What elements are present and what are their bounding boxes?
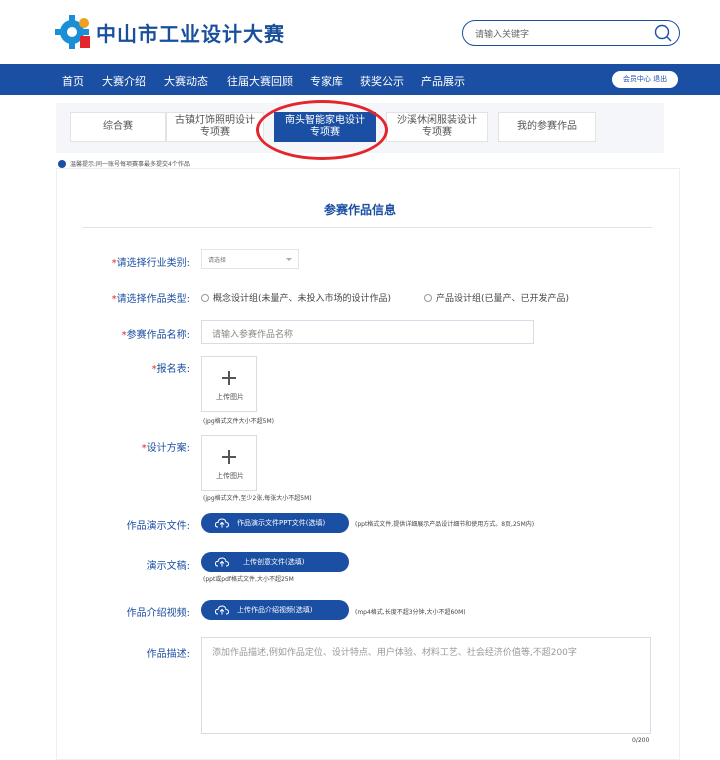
tab-label-line2: 专项赛 bbox=[200, 127, 230, 138]
doc-hint: (ppt或pdf格式文件,大小不超25M bbox=[203, 576, 294, 583]
cloud-upload-icon bbox=[215, 518, 229, 528]
design-label: *设计方案: bbox=[142, 439, 190, 454]
description-label: 作品描述: bbox=[146, 649, 190, 660]
nav-item-intro[interactable]: 大赛介绍 bbox=[102, 73, 146, 89]
nav-item-home[interactable]: 首页 bbox=[62, 73, 84, 89]
radio-concept[interactable]: 概念设计组(未量产、未投入市场的设计作品) bbox=[201, 291, 391, 304]
tab-my-entries[interactable]: 我的参赛作品 bbox=[498, 112, 596, 142]
ppt-upload-button[interactable]: 作品演示文件PPT文件(选填) bbox=[201, 513, 349, 533]
label-text: 报名表: bbox=[156, 364, 190, 375]
name-label: *参赛作品名称: bbox=[122, 326, 190, 341]
doc-label: 演示文稿: bbox=[146, 561, 190, 572]
tab-label-line1: 沙溪休闲服装设计 bbox=[397, 115, 477, 126]
tip-text: 温馨提示:同一账号每项赛事最多提交4个作品 bbox=[70, 161, 190, 168]
label-text: 请选择行业类别: bbox=[116, 258, 190, 269]
label-text: 参赛作品名称: bbox=[126, 330, 190, 341]
radio-label: 产品设计组(已量产、已开发产品) bbox=[436, 294, 570, 304]
site-header: 中山市工业设计大赛 请输入关键字 bbox=[0, 0, 720, 64]
radio-circle-icon bbox=[201, 293, 209, 302]
gear-logo-icon bbox=[55, 15, 90, 49]
member-center-button[interactable]: 会员中心 退出 bbox=[612, 71, 678, 88]
search-icon[interactable] bbox=[653, 23, 673, 43]
button-label: 上传创意文件(选填) bbox=[243, 558, 305, 566]
industry-label: *请选择行业类别: bbox=[112, 254, 190, 269]
video-upload-button[interactable]: 上传作品介绍视频(选填) bbox=[201, 600, 349, 620]
nav-item-awards[interactable]: 获奖公示 bbox=[360, 73, 404, 89]
nav-item-review[interactable]: 往届大赛回顾 bbox=[227, 73, 293, 89]
button-label: 作品演示文件PPT文件(选填) bbox=[237, 519, 326, 527]
tab-comprehensive[interactable]: 综合赛 bbox=[70, 112, 166, 142]
main-nav: 首页 大赛介绍 大赛动态 往届大赛回顾 专家库 获奖公示 产品展示 会员中心 退… bbox=[0, 64, 720, 95]
video-label: 作品介绍视频: bbox=[126, 608, 190, 619]
label-text: 设计方案: bbox=[146, 443, 190, 454]
entry-name-input[interactable]: 请输入参赛作品名称 bbox=[201, 320, 534, 344]
button-label: 上传作品介绍视频(选填) bbox=[237, 606, 313, 614]
tip-notice: 温馨提示:同一账号每项赛事最多提交4个作品 bbox=[58, 159, 190, 168]
label-text: 请选择作品类型: bbox=[116, 294, 190, 305]
upload-label: 上传图片 bbox=[216, 472, 244, 480]
description-textarea[interactable]: 添加作品描述,例如作品定位、设计特点、用户体验、材料工艺、社会经济价值等,不超2… bbox=[201, 637, 651, 734]
registration-upload[interactable]: 上传图片 bbox=[201, 356, 257, 412]
plus-icon bbox=[222, 371, 236, 385]
form-title: 参赛作品信息 bbox=[323, 203, 396, 217]
radio-label: 概念设计组(未量产、未投入市场的设计作品) bbox=[213, 294, 392, 304]
tab-guzhen-lighting[interactable]: 古镇灯饰照明设计 专项赛 bbox=[166, 112, 264, 142]
plus-icon bbox=[222, 450, 236, 464]
tab-label: 我的参赛作品 bbox=[517, 121, 577, 132]
tab-label: 综合赛 bbox=[103, 121, 133, 132]
registration-hint: (jpg格式文件大小不超5M) bbox=[203, 418, 274, 425]
nav-item-news[interactable]: 大赛动态 bbox=[164, 73, 208, 89]
select-value: 请选择 bbox=[208, 257, 227, 264]
tab-shaxi-apparel[interactable]: 沙溪休闲服装设计 专项赛 bbox=[386, 112, 488, 142]
video-hint: (mp4格式,长度不超3分钟,大小不超60M) bbox=[355, 609, 466, 616]
registration-label: *报名表: bbox=[152, 360, 190, 375]
ppt-label: 作品演示文件: bbox=[126, 521, 190, 532]
nav-item-experts[interactable]: 专家库 bbox=[310, 73, 343, 89]
search-input[interactable]: 请输入关键字 bbox=[475, 27, 529, 40]
radio-circle-icon bbox=[424, 293, 432, 302]
annotation-highlight-circle bbox=[256, 100, 388, 160]
cloud-upload-icon bbox=[215, 605, 229, 615]
tab-label-line1: 古镇灯饰照明设计 bbox=[175, 115, 255, 126]
upload-label: 上传图片 bbox=[216, 393, 244, 401]
nav-item-products[interactable]: 产品展示 bbox=[421, 73, 465, 89]
design-upload[interactable]: 上传图片 bbox=[201, 435, 257, 491]
cloud-upload-icon bbox=[215, 557, 229, 567]
info-icon bbox=[58, 159, 66, 168]
search-box[interactable]: 请输入关键字 bbox=[462, 20, 680, 46]
site-title[interactable]: 中山市工业设计大赛 bbox=[96, 18, 285, 47]
tab-label-line2: 专项赛 bbox=[422, 127, 452, 138]
type-label: *请选择作品类型: bbox=[112, 290, 190, 305]
title-divider bbox=[82, 227, 652, 228]
industry-select[interactable]: 请选择 bbox=[201, 249, 299, 269]
design-hint: (jpg格式文件,至少2张,每张大小不超5M) bbox=[203, 495, 312, 502]
char-counter: 0/200 bbox=[632, 737, 650, 744]
radio-product[interactable]: 产品设计组(已量产、已开发产品) bbox=[424, 291, 569, 304]
doc-upload-button[interactable]: 上传创意文件(选填) bbox=[201, 552, 349, 572]
ppt-hint: (ppt格式文件,提供详细展示产品设计细节和使用方式。8页,25M内) bbox=[355, 521, 535, 528]
chevron-down-icon bbox=[286, 258, 292, 261]
